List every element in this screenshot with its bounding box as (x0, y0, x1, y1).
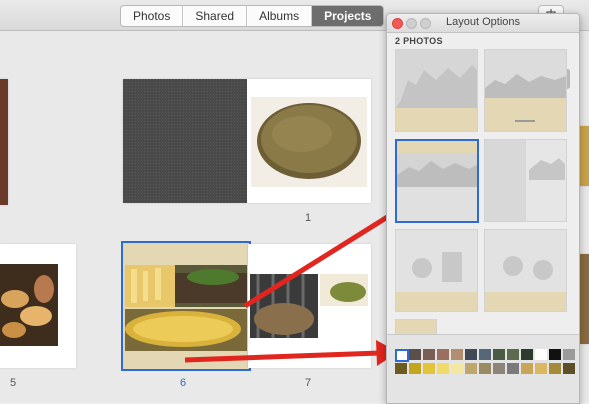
color-swatch[interactable] (549, 363, 561, 374)
layout-option-5[interactable] (395, 229, 478, 312)
tab-shared[interactable]: Shared (183, 6, 248, 26)
layout-thumbnail (396, 230, 477, 311)
page-number-7: 7 (305, 377, 312, 389)
food-photo-grill (248, 244, 371, 368)
color-swatch[interactable] (437, 363, 449, 374)
color-swatch[interactable] (507, 363, 519, 374)
color-swatch[interactable] (423, 349, 435, 360)
book-page-spread-1-left[interactable] (123, 79, 247, 203)
page-number-1: 1 (305, 212, 312, 224)
layout-thumbnail (396, 50, 477, 131)
section-label: 2 PHOTOS (395, 36, 443, 46)
layout-thumbnail (396, 320, 436, 334)
color-swatch[interactable] (409, 349, 421, 360)
page-6-layout (123, 243, 249, 369)
color-swatch[interactable] (507, 349, 519, 360)
color-swatch[interactable] (521, 349, 533, 360)
tab-albums[interactable]: Albums (247, 6, 313, 26)
view-segmented-control: Photos Shared Albums Projects (120, 5, 385, 27)
layout-option-3[interactable] (395, 139, 479, 223)
book-page-7[interactable] (248, 244, 371, 368)
tab-photos[interactable]: Photos (121, 6, 184, 26)
layout-thumbnail (485, 50, 566, 131)
layout-option-4[interactable] (484, 139, 567, 222)
color-swatch[interactable] (493, 349, 505, 360)
color-swatch[interactable] (493, 363, 505, 374)
panel-title: Layout Options (446, 16, 520, 28)
photo-placeholder-dark (123, 79, 247, 203)
page-number-5: 5 (10, 377, 17, 389)
food-photo-burger (247, 79, 371, 203)
layout-option-6[interactable] (484, 229, 567, 312)
color-swatch[interactable] (535, 349, 547, 360)
book-page-spread-2-right[interactable] (0, 244, 76, 368)
color-swatch[interactable] (535, 363, 547, 374)
color-swatch[interactable] (479, 349, 491, 360)
color-swatch[interactable] (395, 363, 407, 374)
layout-option-1[interactable] (395, 49, 478, 132)
layout-thumbnail (397, 141, 477, 221)
color-swatch[interactable] (437, 349, 449, 360)
color-swatch[interactable] (521, 363, 533, 374)
color-swatch[interactable] (451, 363, 463, 374)
layout-thumbnail (485, 230, 566, 311)
book-page-6[interactable] (121, 241, 251, 371)
layout-option-7[interactable] (395, 319, 437, 335)
background-color-swatches (387, 334, 579, 403)
color-swatch[interactable] (549, 349, 561, 360)
color-swatch[interactable] (395, 349, 409, 362)
color-swatch[interactable] (451, 349, 463, 360)
page-number-6: 6 (180, 377, 187, 389)
book-page-left-partial[interactable] (0, 79, 8, 205)
layout-option-2[interactable] (484, 49, 567, 132)
color-swatch[interactable] (479, 363, 491, 374)
food-photo-chicken (0, 244, 76, 368)
tab-projects[interactable]: Projects (312, 6, 384, 26)
color-swatch[interactable] (409, 363, 421, 374)
book-page-spread-1-right[interactable] (247, 79, 371, 203)
panel-titlebar: Layout Options (387, 14, 579, 33)
color-swatch[interactable] (563, 349, 575, 360)
color-swatch[interactable] (465, 363, 477, 374)
color-swatch[interactable] (563, 363, 575, 374)
color-swatch[interactable] (423, 363, 435, 374)
layout-options-panel: Layout Options 2 PHOTOS (386, 13, 580, 404)
layout-thumbnail (485, 140, 566, 221)
color-swatch[interactable] (465, 349, 477, 360)
